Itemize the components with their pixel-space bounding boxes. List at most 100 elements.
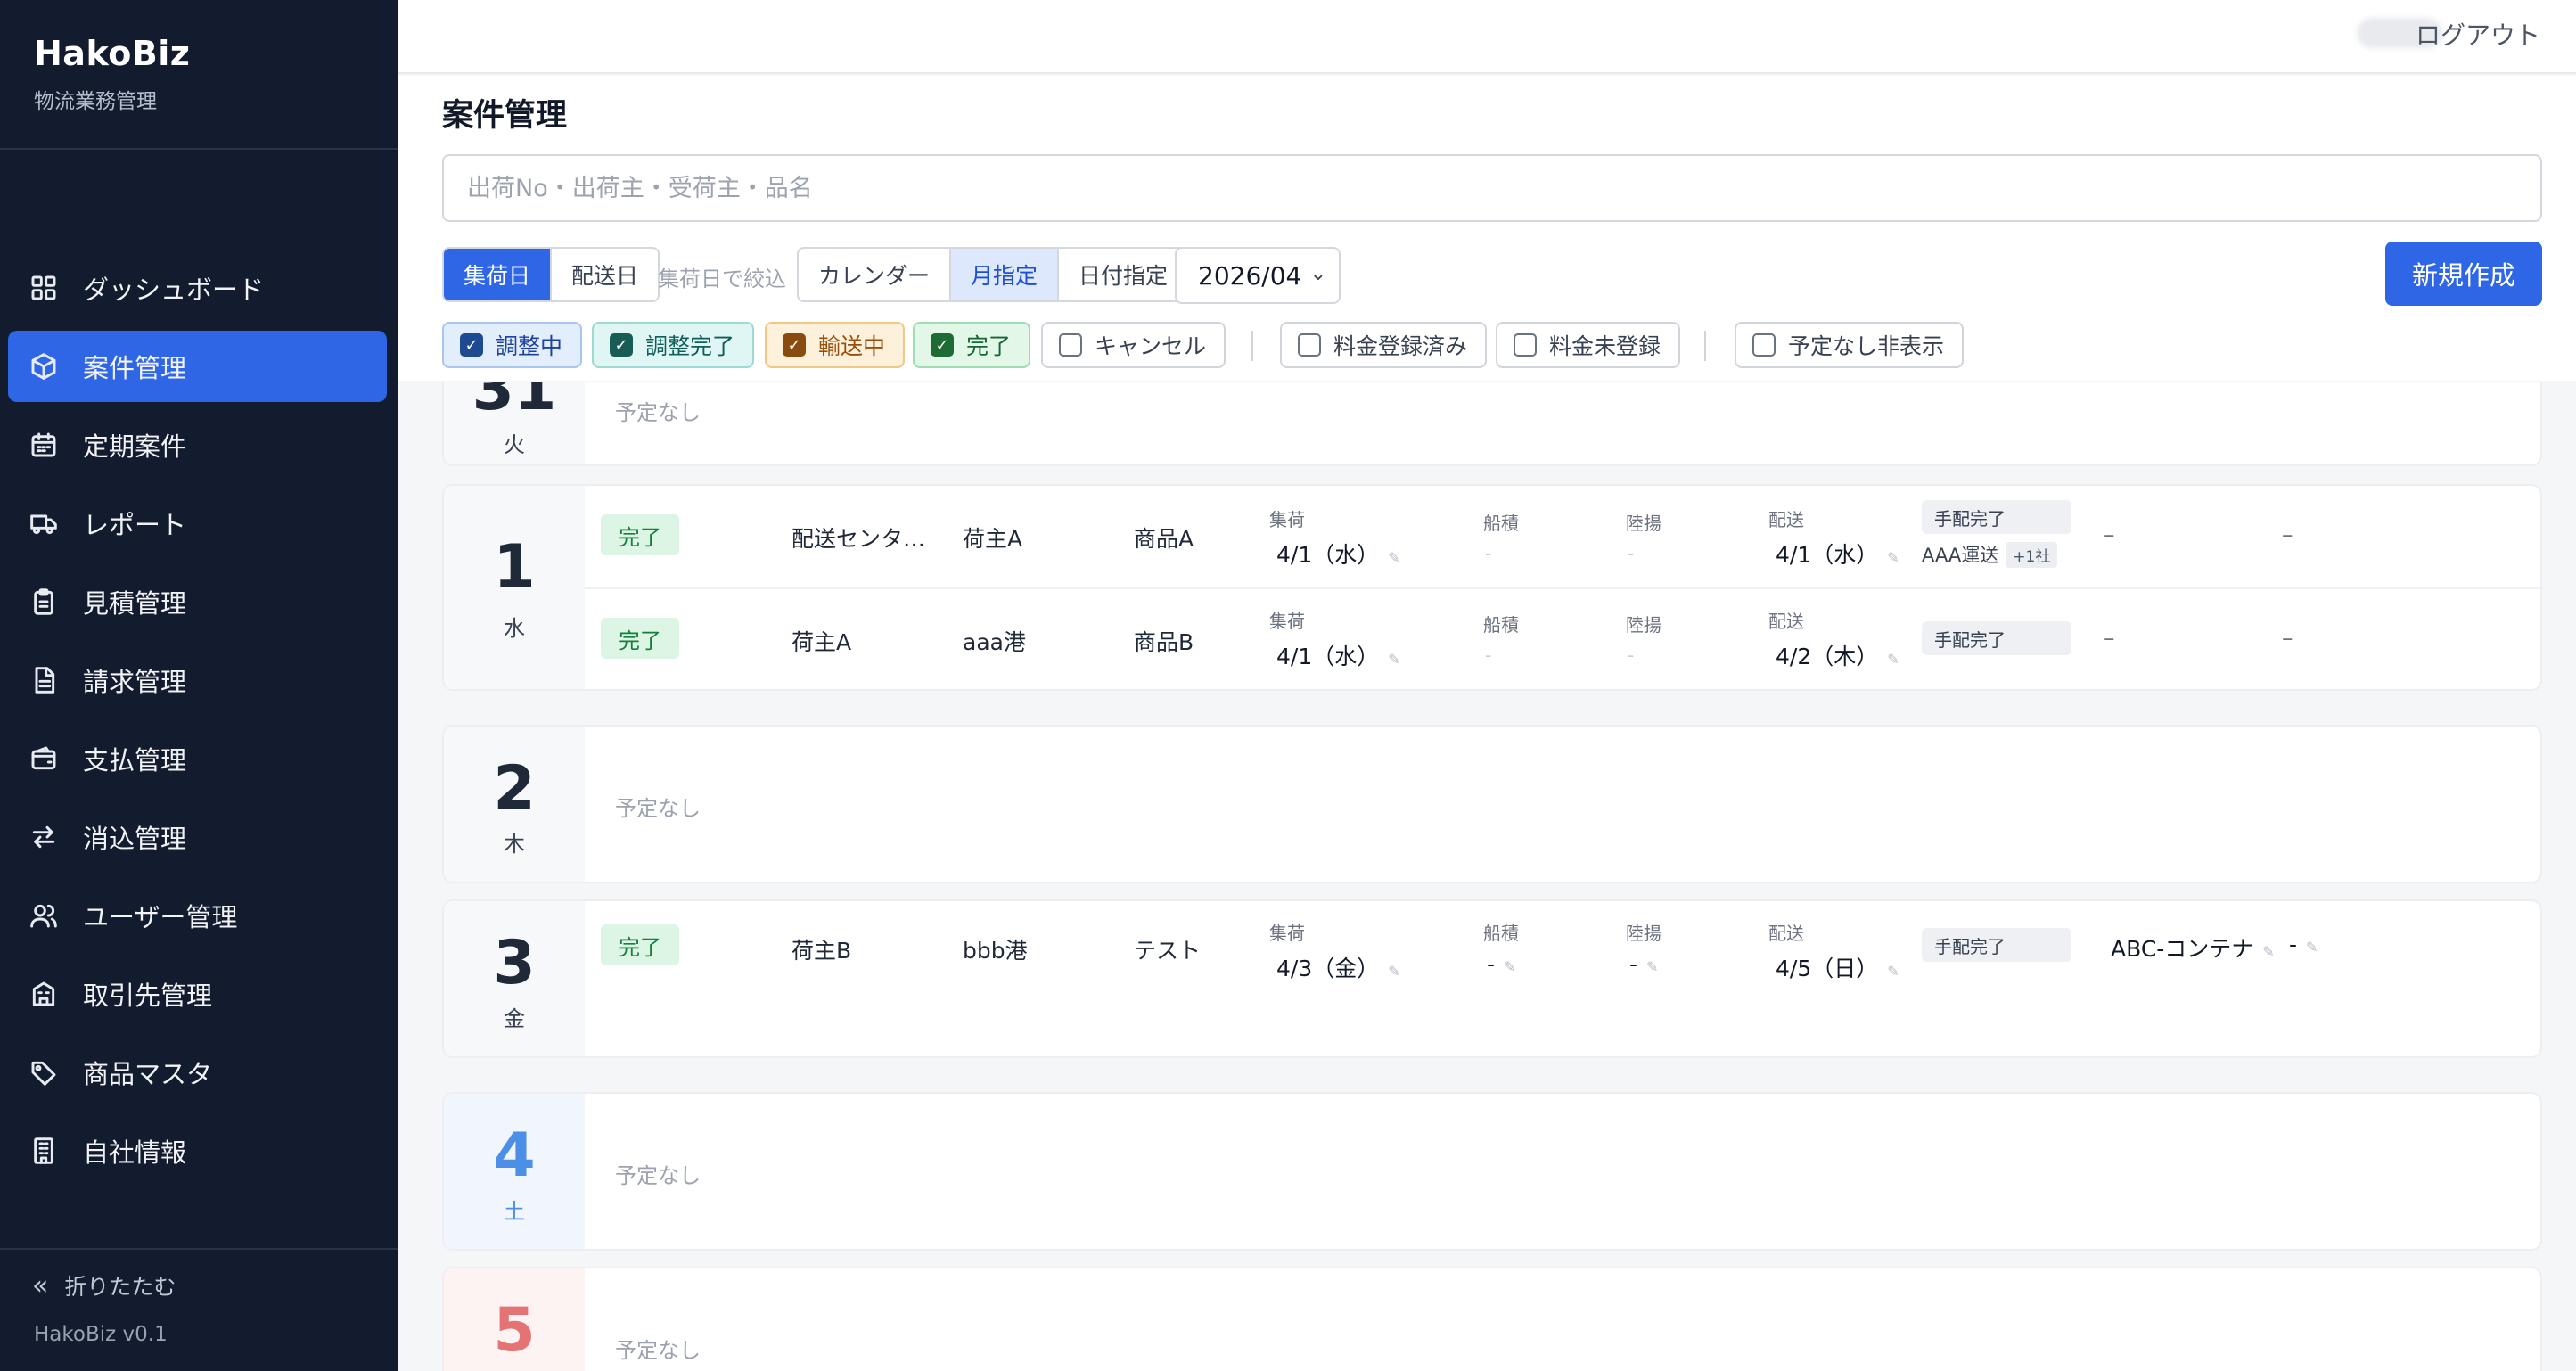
sidebar-item-company[interactable]: 自社情報 [8, 1115, 387, 1186]
date-type-delivery[interactable]: 配送日 [552, 249, 658, 300]
pickup-date[interactable]: 4/1（水） ✎ [1276, 538, 1400, 570]
new-case-button[interactable]: 新規作成 [2385, 242, 2542, 306]
day-number: 31 [472, 382, 557, 424]
delivery-date-text: 4/1（水） [1776, 542, 1879, 568]
shipper-cell: 荷主A [792, 629, 852, 655]
sidebar-item-partners[interactable]: 取引先管理 [8, 958, 387, 1030]
unload-label: 陸揚 [1626, 614, 1661, 636]
sidebar-item-cases[interactable]: 案件管理 [8, 331, 387, 402]
checkbox-checked-icon: ✓ [460, 333, 483, 357]
logout-link[interactable]: ログアウト [2416, 16, 2540, 52]
filter-chip-completed[interactable]: ✓ 完了 [913, 322, 1031, 368]
day-card: 3 金 完了 荷主B bbb港 テスト 集荷 4/3（金） ✎ 船積 - ✎ 陸揚 … [442, 899, 2542, 1058]
sidebar-item-quotes[interactable]: 見積管理 [8, 566, 387, 637]
sidebar-item-payments[interactable]: 支払管理 [8, 723, 387, 794]
clipboard-icon [29, 587, 58, 616]
unload-label: 陸揚 [1626, 513, 1661, 534]
no-plan-text: 予定なし [615, 1338, 701, 1363]
app-version: HakoBiz v0.1 [34, 1323, 168, 1346]
sidebar-item-dashboard[interactable]: ダッシュボード [8, 252, 387, 324]
case-row[interactable]: 完了 荷主A aaa港 商品B 集荷 4/1（水） ✎ 船積 - 陸揚 - 配送 … [585, 587, 2540, 689]
sidebar-item-label: ダッシュボード [83, 275, 265, 305]
delivery-date[interactable]: 4/1（水） ✎ [1776, 538, 1899, 570]
item-cell: テスト [1134, 938, 1202, 964]
extra-value: – [2282, 625, 2293, 651]
office-icon [29, 1137, 58, 1165]
search-input[interactable] [442, 154, 2542, 222]
filter-chip-in-transit[interactable]: ✓ 輸送中 [765, 322, 906, 368]
extra-text: - [2289, 932, 2298, 957]
day-column: 3 金 [444, 901, 585, 1056]
pickup-date[interactable]: 4/3（金） ✎ [1276, 951, 1400, 983]
shipper-cell: 荷主B [792, 938, 852, 964]
wallet-icon [29, 744, 58, 773]
month-select[interactable]: 2026/04 ⌄ [1175, 247, 1341, 304]
sidebar-item-invoices[interactable]: 請求管理 [8, 644, 387, 716]
ship-load-value: - [1485, 543, 1492, 564]
ship-load-value: - [1485, 644, 1492, 666]
unload-value: - [1628, 644, 1635, 666]
filter-chip-hide-empty[interactable]: 予定なし非表示 [1735, 322, 1965, 368]
day-column: 1 水 [444, 486, 585, 689]
sidebar: HakoBiz 物流業務管理 ダッシュボード 案件管理 定期案件 レポート 見積… [0, 0, 398, 1371]
filter-chip-adjusted[interactable]: ✓ 調整完了 [592, 322, 755, 368]
sidebar-item-reports[interactable]: レポート [8, 488, 387, 559]
no-plan-text: 予定なし [615, 796, 701, 821]
day-list: 31 火 予定なし 1 水 完了 配送センタ… 荷主A 商品A 集荷 4/1（水… [398, 382, 2576, 1371]
unload-value[interactable]: - ✎ [1629, 951, 1658, 977]
filter-chip-adjusting[interactable]: ✓ 調整中 [442, 322, 583, 368]
arrange-status-badge: 手配完了 [1922, 500, 2071, 534]
container-value[interactable]: ABC-コンテナ ✎ [2111, 932, 2275, 964]
ship-load-value[interactable]: - ✎ [1487, 951, 1515, 977]
case-row[interactable]: 完了 荷主B bbb港 テスト 集荷 4/3（金） ✎ 船積 - ✎ 陸揚 - ✎ 配… [585, 901, 2540, 1003]
checkbox-icon [1059, 333, 1082, 357]
no-plan-text: 予定なし [615, 1163, 701, 1188]
filter-chip-fee-unregistered[interactable]: 料金未登録 [1496, 322, 1681, 368]
case-row[interactable]: 完了 配送センタ… 荷主A 商品A 集荷 4/1（水） ✎ 船積 - 陸揚 - 配… [585, 486, 2540, 587]
swap-icon [29, 823, 58, 851]
filter-panel: 案件管理 集荷日 配送日 集荷日で絞込 カレンダー 月指定 日付指定 2026/… [398, 76, 2576, 381]
ship-load-text: - [1487, 951, 1496, 977]
box-icon [29, 352, 58, 381]
checkbox-icon [1298, 333, 1321, 357]
pencil-icon: ✎ [1887, 549, 1899, 566]
document-icon [29, 666, 58, 694]
checkbox-icon [1514, 333, 1537, 357]
status-badge: 完了 [601, 514, 679, 555]
filter-label: 料金未登録 [1549, 333, 1661, 359]
day-card: 2 木 予定なし [442, 725, 2542, 883]
sidebar-item-recurring[interactable]: 定期案件 [8, 409, 387, 480]
checkbox-checked-icon: ✓ [783, 333, 806, 357]
pickup-label: 集荷 [1269, 923, 1305, 944]
sidebar-item-label: 支払管理 [83, 745, 187, 776]
pencil-icon: ✎ [1504, 958, 1516, 975]
view-mode-calendar[interactable]: カレンダー [799, 249, 952, 300]
filter-divider [1704, 331, 1706, 361]
filter-chip-fee-registered[interactable]: 料金登録済み [1280, 322, 1488, 368]
truck-icon [29, 509, 58, 538]
view-mode-month[interactable]: 月指定 [951, 249, 1060, 300]
sidebar-item-products[interactable]: 商品マスタ [8, 1037, 387, 1108]
consignee-cell: bbb港 [963, 938, 1028, 964]
pickup-date[interactable]: 4/1（水） ✎ [1276, 639, 1400, 671]
carrier-extra-badge: +1社 [2006, 541, 2058, 568]
day-number: 3 [493, 928, 536, 998]
pencil-icon: ✎ [1388, 651, 1400, 668]
filter-label: 完了 [966, 333, 1012, 359]
view-mode-date[interactable]: 日付指定 [1059, 249, 1187, 300]
unload-label: 陸揚 [1626, 923, 1661, 944]
pencil-icon: ✎ [2262, 943, 2275, 960]
sidebar-item-reconcile[interactable]: 消込管理 [8, 801, 387, 873]
date-type-pickup[interactable]: 集荷日 [444, 249, 553, 300]
sidebar-item-users[interactable]: ユーザー管理 [8, 880, 387, 951]
calendar-icon [29, 431, 58, 459]
extra-value[interactable]: - ✎ [2289, 932, 2318, 957]
delivery-date[interactable]: 4/5（日） ✎ [1776, 951, 1899, 983]
delivery-date[interactable]: 4/2（木） ✎ [1776, 639, 1899, 671]
filter-label: 調整完了 [645, 333, 735, 359]
pencil-icon: ✎ [1388, 549, 1400, 566]
filter-label: 料金登録済み [1333, 333, 1468, 359]
collapse-button[interactable]: « 折りたたむ [32, 1269, 176, 1301]
day-weekday: 土 [504, 1199, 525, 1224]
filter-chip-cancelled[interactable]: キャンセル [1041, 322, 1226, 368]
